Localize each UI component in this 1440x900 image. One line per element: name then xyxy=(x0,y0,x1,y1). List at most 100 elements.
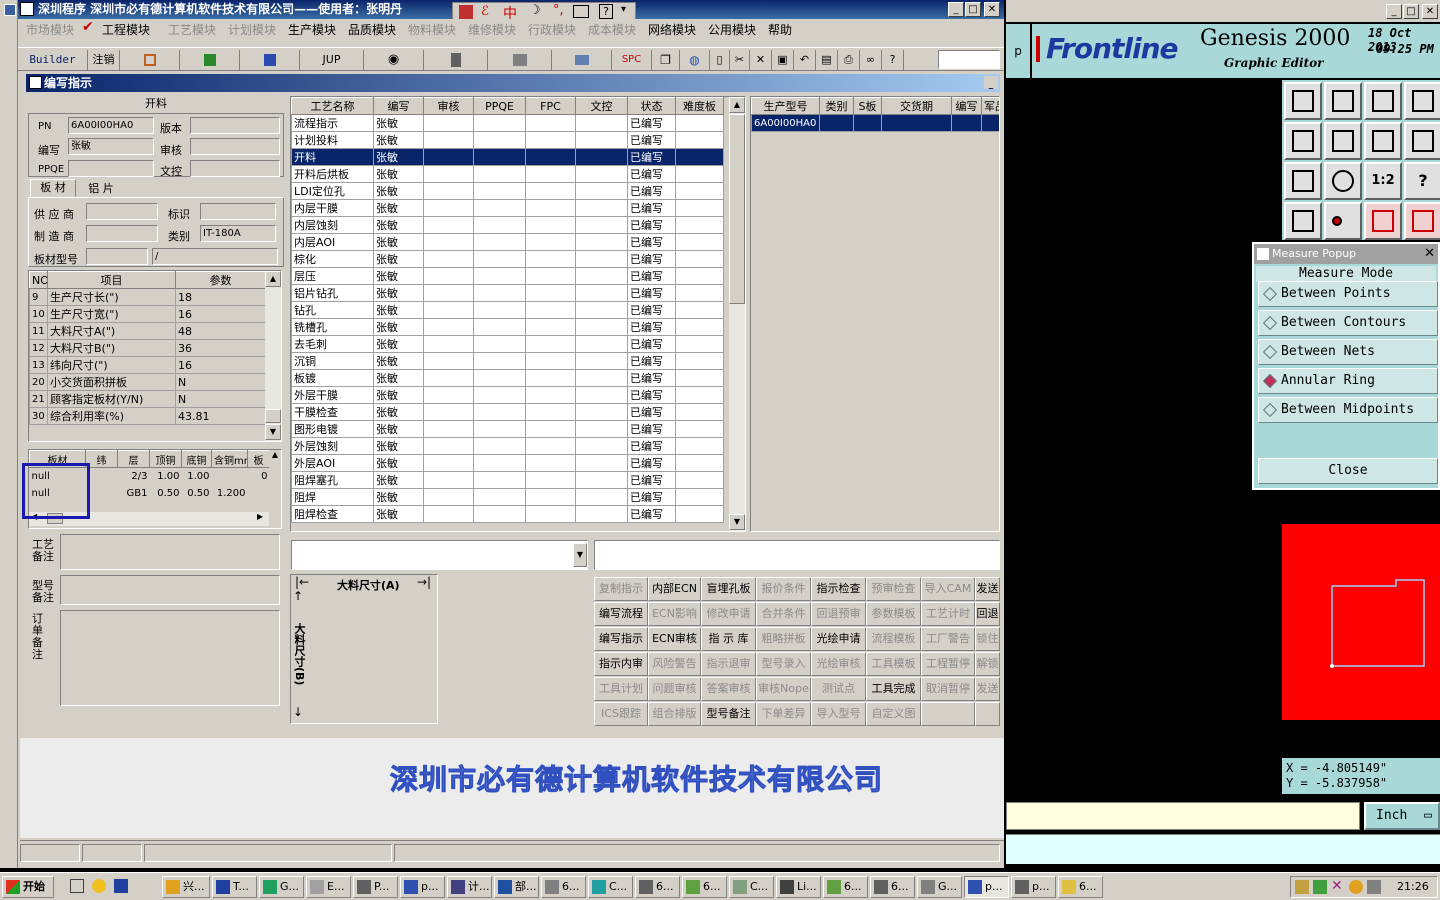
process-cell[interactable] xyxy=(575,335,628,353)
process-cell[interactable] xyxy=(575,284,628,302)
function-button[interactable]: 回退预审 xyxy=(811,602,866,626)
process-cell[interactable] xyxy=(473,437,526,455)
table-row[interactable]: 12 大料尺寸B(") 36 xyxy=(29,339,266,357)
process-remark-field[interactable] xyxy=(60,534,280,570)
ime-pen-icon[interactable]: ℰ xyxy=(481,4,495,19)
process-cell[interactable]: 张敏 xyxy=(373,505,424,523)
move-left-icon[interactable] xyxy=(1284,122,1322,160)
process-cell[interactable] xyxy=(423,369,474,387)
menu-common[interactable]: 公用模块 xyxy=(708,21,756,38)
process-cell[interactable] xyxy=(473,199,526,217)
table-row[interactable]: 铣槽孔 张敏 已编写 xyxy=(291,318,724,336)
process-cell[interactable]: 开料后烘板 xyxy=(291,165,374,183)
process-cell[interactable]: 张敏 xyxy=(373,284,424,302)
process-cell[interactable]: 已编写 xyxy=(627,114,676,132)
material-cell[interactable]: GB1 xyxy=(117,484,150,502)
process-cell[interactable] xyxy=(473,131,526,149)
process-cell[interactable]: 已编写 xyxy=(627,301,676,319)
process-cell[interactable]: 阻焊检查 xyxy=(291,505,374,523)
menu-engineering[interactable]: 工程模块 xyxy=(102,21,150,38)
process-col-header[interactable]: 编写 xyxy=(373,97,424,115)
param-item[interactable]: 小交货面积拼板 xyxy=(47,373,176,391)
spc-button[interactable]: SPC xyxy=(612,50,652,70)
function-button[interactable]: 审核Nope xyxy=(756,677,811,701)
process-cell[interactable] xyxy=(675,471,724,489)
mark-field[interactable] xyxy=(200,203,276,220)
process-cell[interactable] xyxy=(525,471,576,489)
model-col-header[interactable]: 生产型号 xyxy=(751,97,820,115)
supplier-field[interactable] xyxy=(86,203,158,220)
process-cell[interactable]: 张敏 xyxy=(373,199,424,217)
taskbar-button[interactable]: E... xyxy=(306,876,351,898)
process-cell[interactable] xyxy=(575,165,628,183)
ime-menu-icon[interactable]: ▾ xyxy=(621,4,626,15)
process-cell[interactable] xyxy=(423,182,474,200)
note-input[interactable] xyxy=(594,540,1000,570)
param-no[interactable]: 12 xyxy=(29,339,48,357)
process-cell[interactable] xyxy=(423,488,474,506)
function-button[interactable]: 发送 xyxy=(975,677,1000,701)
quicklaunch-app-icon[interactable] xyxy=(114,879,128,893)
find-button[interactable]: ∞ xyxy=(860,50,882,70)
function-button[interactable]: 问题审核 xyxy=(648,677,701,701)
process-cell[interactable] xyxy=(423,318,474,336)
function-button[interactable]: 光绘申请 xyxy=(811,627,866,651)
process-cell[interactable] xyxy=(675,505,724,523)
table-row[interactable]: 9 生产尺寸长(") 18 xyxy=(29,288,266,306)
function-button[interactable]: 解锁 xyxy=(975,652,1000,676)
builder-button[interactable]: Builder xyxy=(18,50,88,70)
params-scrollbar[interactable]: ▲ ▼ xyxy=(265,271,281,441)
tools-icon[interactable] xyxy=(1284,202,1322,240)
print-button[interactable]: ⎙ xyxy=(838,50,860,70)
order-remark-field[interactable] xyxy=(60,610,280,706)
process-cell[interactable] xyxy=(675,199,724,217)
process-cell[interactable] xyxy=(525,454,576,472)
material-col-header[interactable]: 底铜 xyxy=(181,450,212,468)
param-value[interactable]: 43.81 xyxy=(175,407,266,425)
tray-icon-4[interactable] xyxy=(1349,880,1363,894)
process-cell[interactable]: 张敏 xyxy=(373,437,424,455)
table-row[interactable]: 外层蚀刻 张敏 已编写 xyxy=(291,437,724,455)
download-icon[interactable] xyxy=(1324,82,1362,120)
menu-quality[interactable]: 品质模块 xyxy=(348,21,396,38)
process-scroll-thumb[interactable] xyxy=(729,114,745,304)
material-col-header[interactable]: 纬 xyxy=(85,450,118,468)
function-button[interactable]: 下单差异 xyxy=(756,702,811,726)
process-cell[interactable] xyxy=(575,386,628,404)
process-cell[interactable]: 已编写 xyxy=(627,233,676,251)
taskbar-button[interactable]: G... xyxy=(259,876,304,898)
taskbar-button[interactable]: Li... xyxy=(776,876,821,898)
process-cell[interactable]: 张敏 xyxy=(373,148,424,166)
process-col-header[interactable]: 审核 xyxy=(423,97,474,115)
process-cell[interactable]: 张敏 xyxy=(373,233,424,251)
function-button[interactable]: 型号录入 xyxy=(756,652,811,676)
function-button[interactable]: 合并条件 xyxy=(756,602,811,626)
process-cell[interactable]: 开料 xyxy=(291,148,374,166)
param-item[interactable]: 生产尺寸宽(") xyxy=(47,305,176,323)
process-cell[interactable] xyxy=(525,114,576,132)
process-cell[interactable] xyxy=(675,420,724,438)
tab-aluminum[interactable]: 铝 片 xyxy=(78,181,124,197)
process-cell[interactable] xyxy=(473,488,526,506)
tab-board[interactable]: 板 材 xyxy=(30,179,76,197)
genesis-minimize-button[interactable]: _ xyxy=(1386,4,1402,19)
process-cell[interactable] xyxy=(525,216,576,234)
process-cell[interactable] xyxy=(473,454,526,472)
process-cell[interactable]: 已编写 xyxy=(627,131,676,149)
writer-field[interactable]: 张敏 xyxy=(68,138,154,155)
process-cell[interactable] xyxy=(675,148,724,166)
process-cell[interactable] xyxy=(525,437,576,455)
table-row[interactable]: 21 顾客指定板材(Y/N) N xyxy=(29,390,266,408)
function-button[interactable]: 型号备注 xyxy=(701,702,756,726)
material-cell[interactable]: 0.50 xyxy=(181,484,212,502)
param-item[interactable]: 大料尺寸A(") xyxy=(47,322,176,340)
genesis-command-line[interactable] xyxy=(1006,802,1360,830)
process-cell[interactable]: 张敏 xyxy=(373,420,424,438)
material-cell[interactable] xyxy=(85,467,118,485)
tool-calc-button[interactable] xyxy=(120,50,180,70)
help-box-icon[interactable]: ? xyxy=(1404,162,1440,200)
process-cell[interactable] xyxy=(675,403,724,421)
process-cell[interactable] xyxy=(423,403,474,421)
menu-network[interactable]: 网络模块 xyxy=(648,21,696,38)
process-cell[interactable]: 外层干膜 xyxy=(291,386,374,404)
